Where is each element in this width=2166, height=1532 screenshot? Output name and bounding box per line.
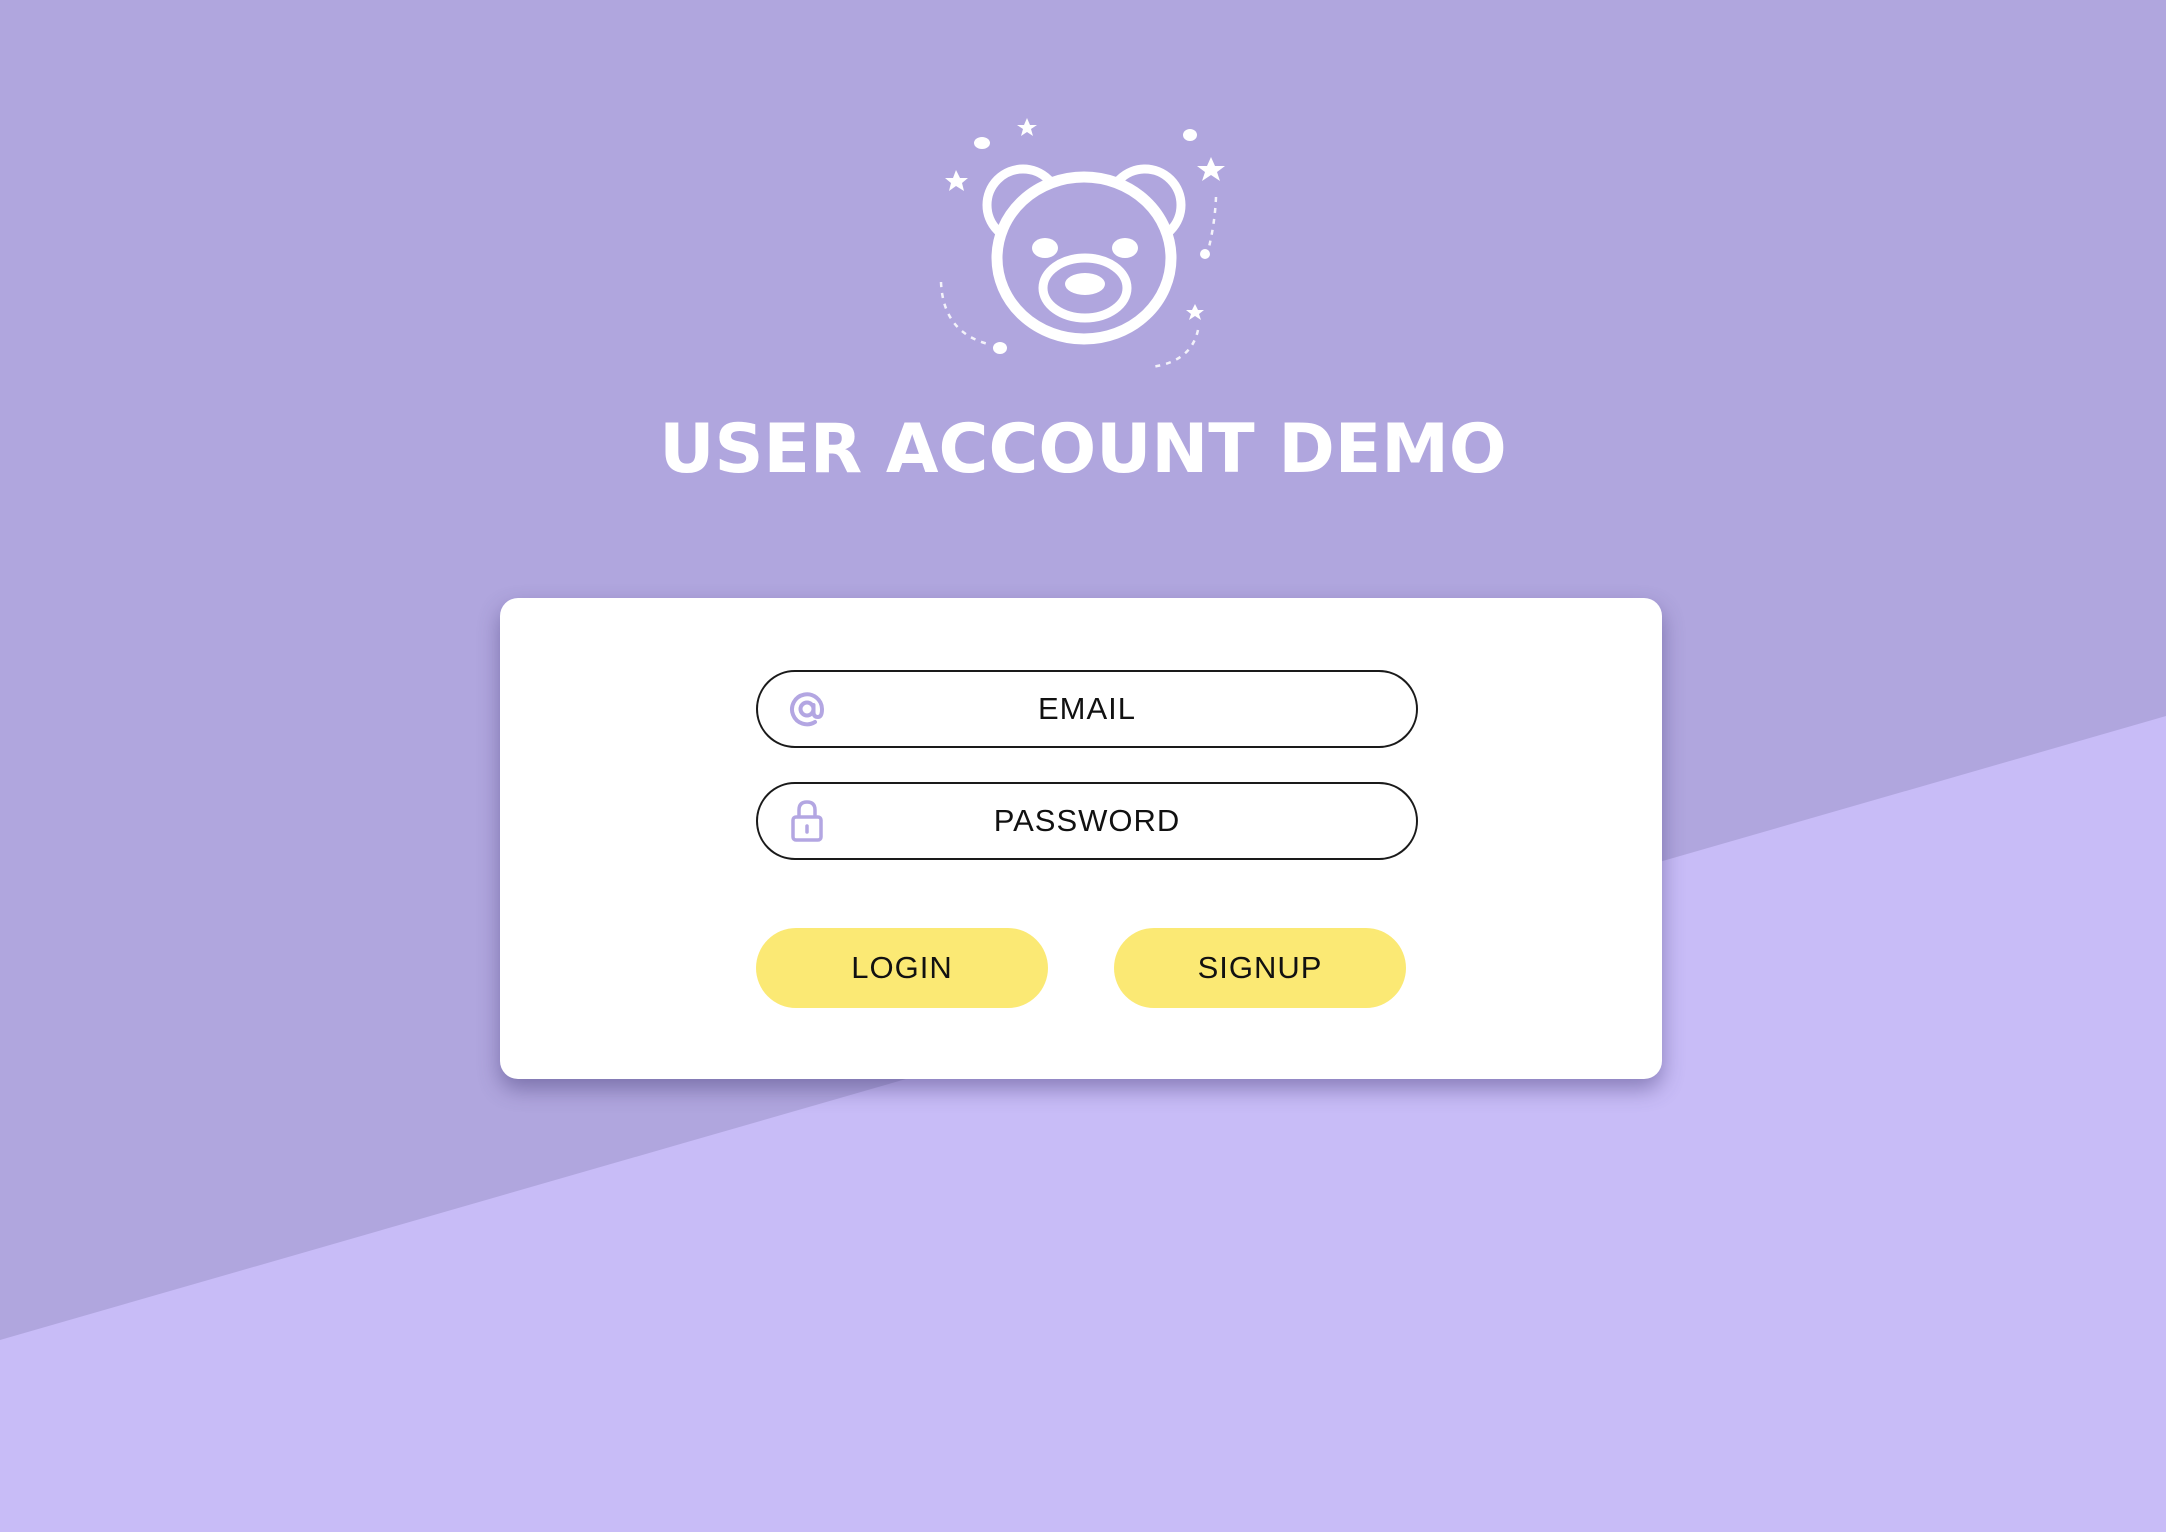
login-button[interactable]: LOGIN	[756, 928, 1048, 1008]
teddy-bear-icon	[939, 118, 1225, 369]
login-card: LOGIN SIGNUP	[500, 598, 1662, 1079]
password-input[interactable]	[848, 784, 1326, 858]
page: USER ACCOUNT DEMO EMAIL LOGIN SIGNUP	[0, 0, 2166, 1532]
password-field[interactable]	[756, 782, 1418, 860]
page-title: USER ACCOUNT DEMO	[659, 410, 1507, 489]
at-sign-icon	[788, 687, 826, 731]
email-field[interactable]	[756, 670, 1418, 748]
email-input[interactable]	[848, 672, 1326, 746]
signup-button[interactable]: SIGNUP	[1114, 928, 1406, 1008]
lock-icon	[788, 799, 826, 843]
